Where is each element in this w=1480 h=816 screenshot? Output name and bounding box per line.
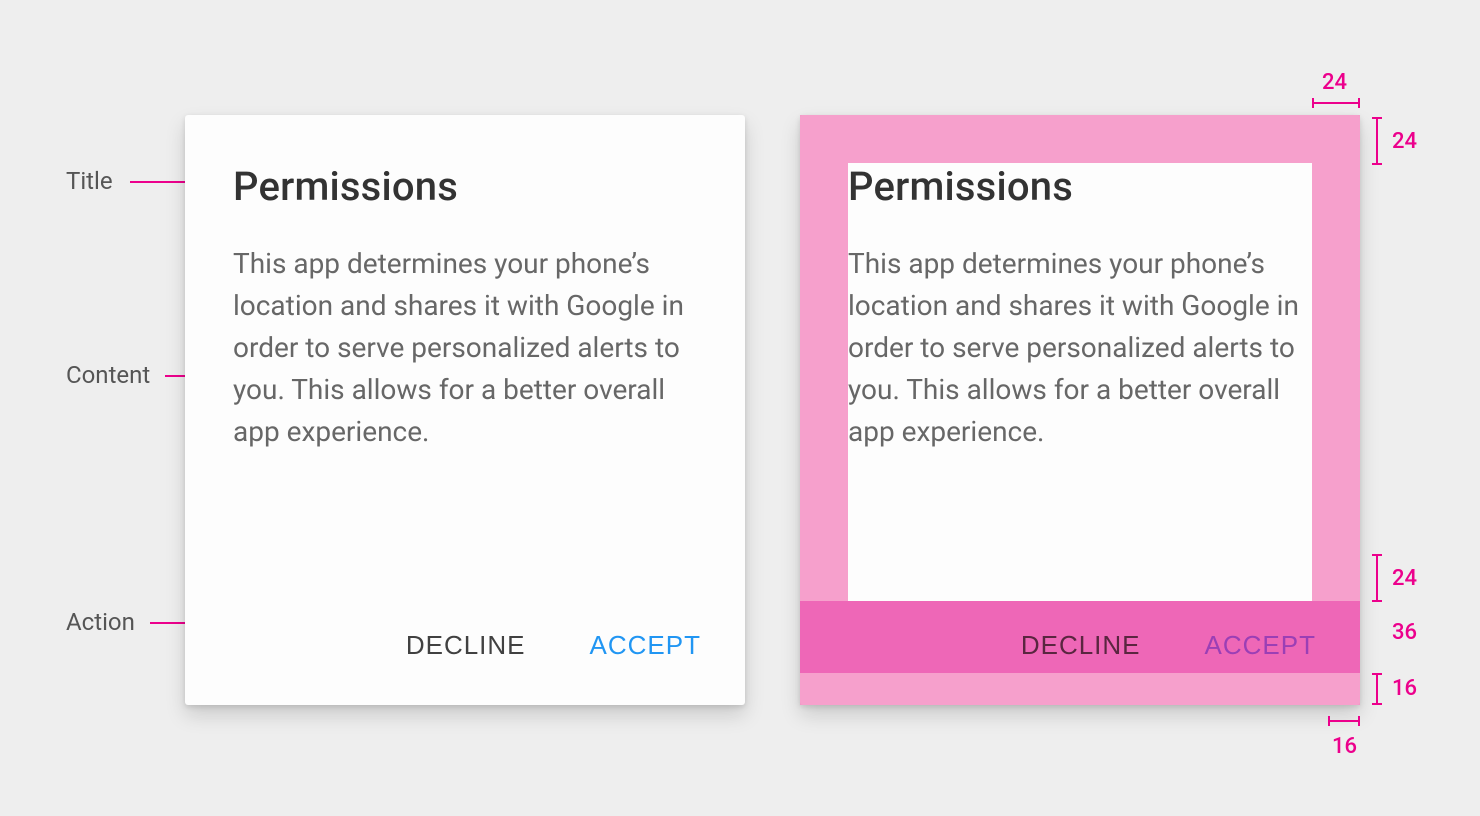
dim-label-top-h: 24 <box>1322 70 1347 95</box>
dialog-content: This app determines your phone’s locatio… <box>848 243 1312 453</box>
dim-label-mid-v: 24 <box>1392 566 1417 591</box>
dim-bracket-bot-v <box>1372 673 1382 705</box>
dialog-actions: DECLINE ACCEPT <box>800 601 1360 705</box>
dialog-title: Permissions <box>233 163 458 210</box>
dim-bracket-bot-h <box>1328 716 1360 726</box>
dialog-actions: DECLINE ACCEPT <box>185 601 745 705</box>
dim-label-bot-h: 16 <box>1332 734 1357 759</box>
dim-label-action-h: 36 <box>1392 620 1417 645</box>
decline-button[interactable]: DECLINE <box>1009 616 1153 675</box>
accept-button[interactable]: ACCEPT <box>1193 616 1328 675</box>
dialog-example-clean: Permissions This app determines your pho… <box>185 115 745 705</box>
anno-action-label: Action <box>66 608 135 636</box>
dialog-example-redline: Permissions This app determines your pho… <box>800 115 1360 705</box>
dim-bracket-top-v <box>1372 117 1382 165</box>
dim-bracket-top-h <box>1312 98 1360 108</box>
dim-label-top-v: 24 <box>1392 129 1417 154</box>
dialog-content: This app determines your phone’s locatio… <box>233 243 697 453</box>
anno-content-label: Content <box>66 361 150 389</box>
dim-label-bot-v: 16 <box>1392 676 1417 701</box>
anno-title-label: Title <box>66 167 113 195</box>
dialog-title: Permissions <box>848 163 1073 210</box>
accept-button[interactable]: ACCEPT <box>578 616 713 675</box>
dim-bracket-mid-v <box>1372 554 1382 602</box>
decline-button[interactable]: DECLINE <box>394 616 538 675</box>
